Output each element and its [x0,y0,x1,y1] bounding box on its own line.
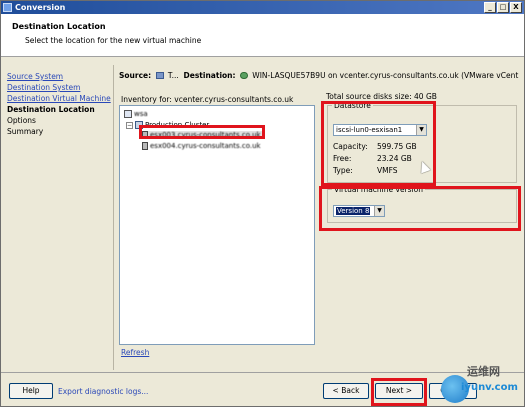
source-machine-icon [155,72,164,79]
source-value: T... [167,71,179,80]
help-button[interactable]: Help [9,383,53,399]
datacenter-icon [124,110,132,118]
step-destination-virtual-machine[interactable]: Destination Virtual Machine [7,93,111,104]
step-options: Options [7,116,36,125]
host-icon [142,142,148,150]
minimize-button[interactable]: _ [484,2,496,13]
maximize-button[interactable]: □ [497,2,509,13]
page-subtitle: Select the location for the new virtual … [25,36,202,45]
collapse-icon[interactable]: − [126,121,133,129]
tree-node-datacenter[interactable]: wsa [124,110,148,118]
next-button[interactable]: Next > [375,383,423,399]
app-icon [3,3,12,12]
refresh-link[interactable]: Refresh [121,348,149,357]
wizard-header: Destination Location Select the location… [1,14,524,57]
tree-node-host[interactable]: esx004.cyrus-consultants.co.uk [142,142,261,150]
wizard-steps: Source System Destination System Destina… [7,71,111,137]
step-summary: Summary [7,127,44,136]
destination-vcenter-icon [239,72,248,79]
back-button[interactable]: < Back [323,383,369,399]
inventory-label: Inventory for: vcenter.cyrus-consultants… [121,95,294,104]
conversion-window: Conversion _ □ X Destination Location Se… [0,0,525,407]
source-destination-summary: Source: T... Destination: WIN-LASQUE57B9… [119,71,519,80]
highlight-vm-version-box [319,186,521,231]
watermark-en: iyunv.com [461,382,518,393]
total-disk-size: Total source disks size: 40 GB [326,92,437,101]
export-logs-link[interactable]: Export diagnostic logs... [58,387,148,396]
window-title: Conversion [15,3,66,12]
tree-node-datacenter-label: wsa [134,110,148,118]
destination-label: Destination: [183,71,236,80]
close-button[interactable]: X [510,2,522,13]
destination-value: WIN-LASQUE57B9U on vcenter.cyrus-consult… [252,71,519,80]
step-source-system[interactable]: Source System [7,71,111,82]
watermark-cn: 运维网 [467,365,500,378]
highlight-host-box [139,125,265,139]
step-destination-location: Destination Location [7,105,95,114]
page-title: Destination Location [12,22,106,31]
watermark-logo: 运维网 iyunv.com [441,359,525,407]
inventory-tree[interactable]: wsa − Production Cluster esx003.cyrus-co… [119,105,315,345]
window-controls: _ □ X [484,2,522,13]
highlight-datastore-box [321,101,436,186]
title-bar: Conversion _ □ X [1,1,524,14]
tree-node-host-label: esx004.cyrus-consultants.co.uk [150,142,261,150]
source-label: Source: [119,71,152,80]
step-destination-system[interactable]: Destination System [7,82,111,93]
content-divider [113,65,114,370]
